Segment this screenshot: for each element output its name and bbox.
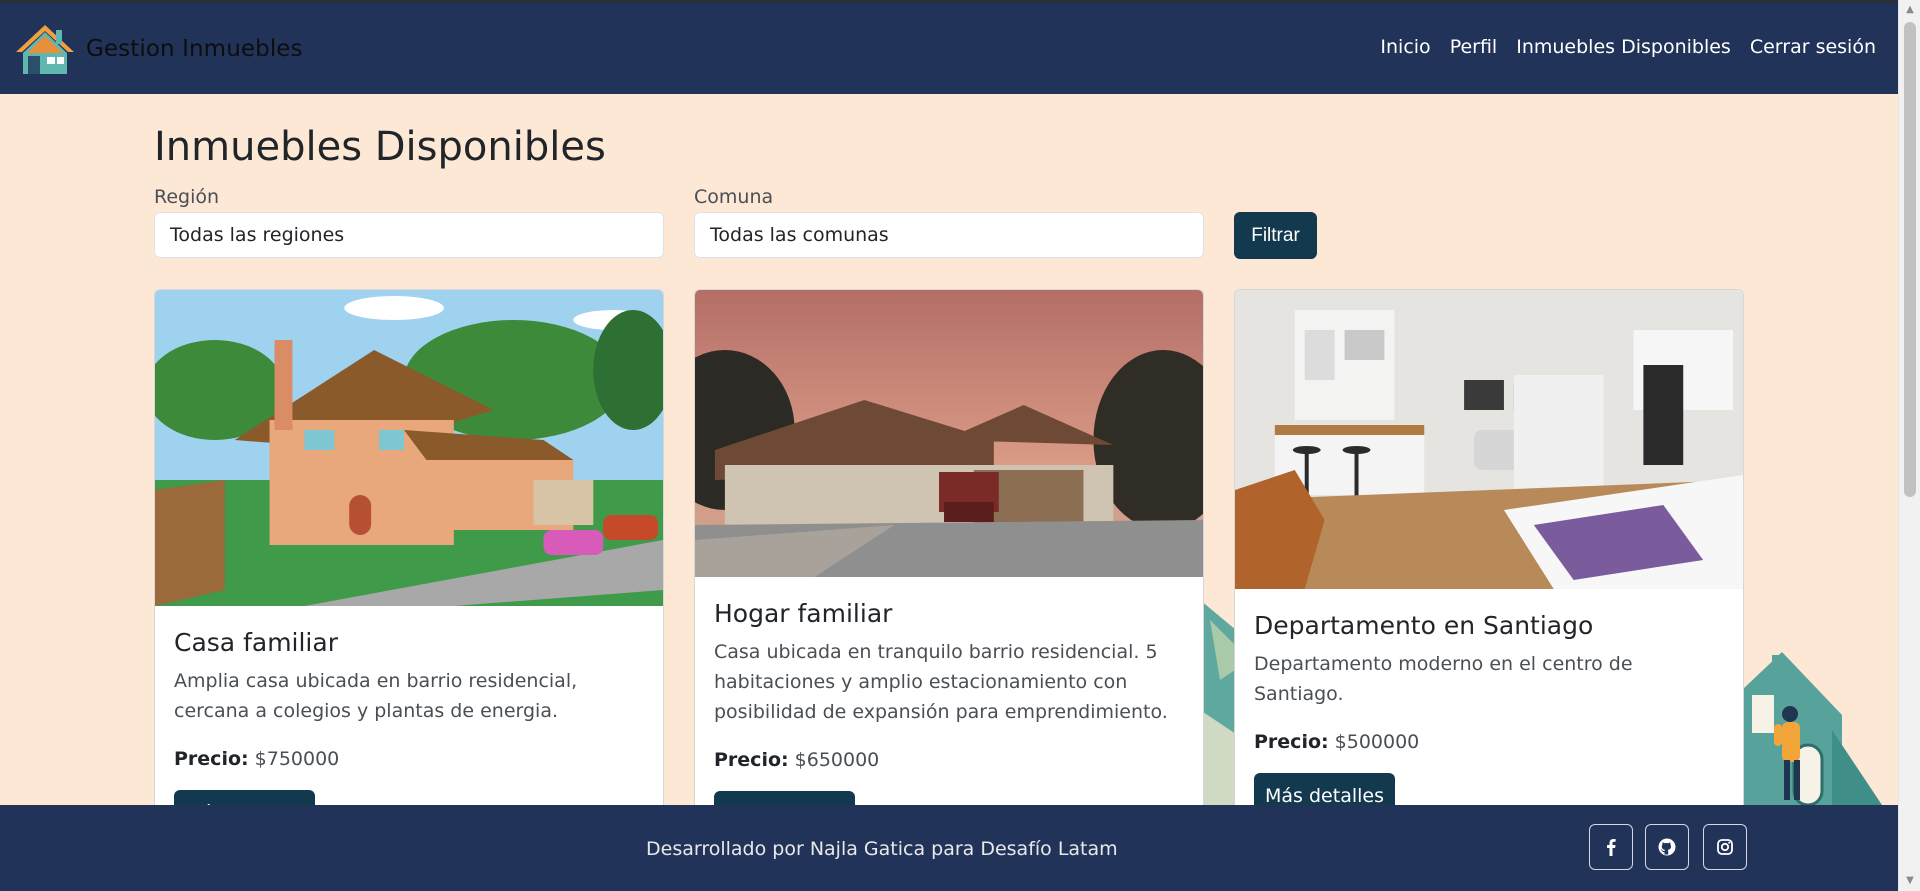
person-with-house-illustration [1742,652,1882,805]
github-link[interactable] [1645,824,1689,870]
filter-button[interactable]: Filtrar [1234,212,1317,259]
property-card: Casa familiar Amplia casa ubicada en bar… [154,289,664,849]
navbar: Gestion Inmuebles Inicio Perfil Inmueble… [0,3,1898,94]
card-title: Hogar familiar [714,599,893,628]
card-description: Amplia casa ubicada en barrio residencia… [174,670,578,722]
suburban-house-image [695,290,1203,577]
price-value: $750000 [254,748,340,770]
property-card: Departamento en Santiago Departamento mo… [1234,289,1744,849]
github-icon [1658,838,1676,856]
scroll-up-arrow-icon[interactable]: ▲ [1899,0,1920,20]
card-price: Precio: $500000 [1254,731,1724,753]
card-price: Precio: $650000 [714,749,1184,771]
price-label: Precio: [1254,731,1329,753]
footer-credit: Desarrollado por Najla Gatica para Desaf… [646,838,1118,860]
comuna-select[interactable]: Todas las comunas [694,212,1204,258]
property-card: Hogar familiar Casa ubicada en tranquilo… [694,289,1204,849]
facebook-icon [1607,839,1616,856]
nav-links: Inicio Perfil Inmuebles Disponibles Cerr… [1380,36,1876,58]
page-scrollbar[interactable]: ▲ ▼ [1898,0,1920,891]
instagram-icon [1717,839,1733,855]
card-price: Precio: $750000 [174,748,644,770]
price-label: Precio: [714,749,789,771]
comuna-label: Comuna [694,186,774,208]
modern-apartment-image [1235,290,1743,589]
price-value: $650000 [794,749,880,771]
instagram-link[interactable] [1703,824,1747,870]
card-description: Casa ubicada en tranquilo barrio residen… [714,641,1168,723]
scroll-down-arrow-icon[interactable]: ▼ [1899,871,1920,891]
footer: Desarrollado por Najla Gatica para Desaf… [0,805,1898,891]
price-value: $500000 [1334,731,1420,753]
nav-link-inicio[interactable]: Inicio [1380,36,1430,58]
price-label: Precio: [174,748,249,770]
nav-link-inmuebles[interactable]: Inmuebles Disponibles [1516,36,1731,58]
house-logo-icon [16,25,74,74]
nav-link-logout[interactable]: Cerrar sesión [1750,36,1876,58]
facebook-link[interactable] [1589,824,1633,870]
brand-name: Gestion Inmuebles [86,36,303,62]
region-select[interactable]: Todas las regiones [154,212,664,258]
brand-link[interactable]: Gestion Inmuebles [14,22,303,76]
card-title: Casa familiar [174,628,338,657]
cartoon-house-image [155,290,663,606]
region-label: Región [154,186,220,208]
card-description: Departamento moderno en el centro de San… [1254,653,1633,705]
card-title: Departamento en Santiago [1254,611,1594,640]
nav-link-perfil[interactable]: Perfil [1450,36,1498,58]
page-title: Inmuebles Disponibles [154,124,606,170]
scrollbar-thumb[interactable] [1904,22,1916,497]
